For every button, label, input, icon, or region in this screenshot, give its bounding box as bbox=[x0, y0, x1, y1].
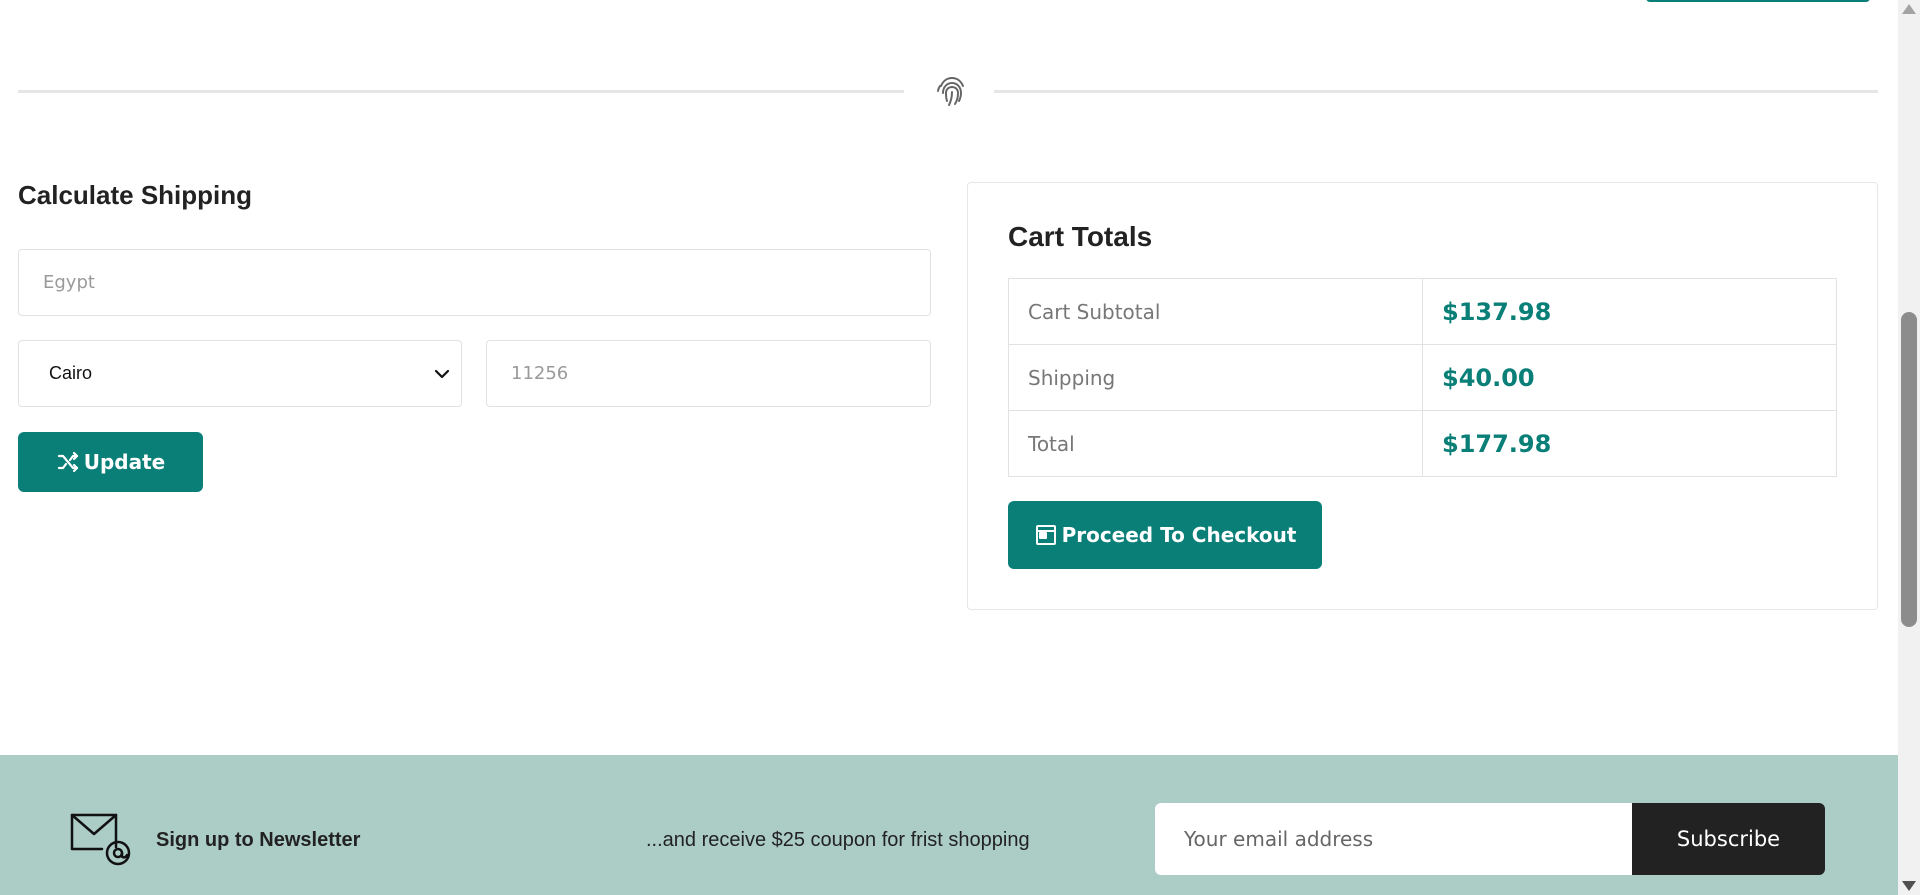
cart-totals-title: Cart Totals bbox=[1008, 221, 1153, 252]
shuffle-icon bbox=[57, 451, 78, 473]
page: Calculate Shipping Egypt Cairo 11256 Upd… bbox=[0, 0, 1898, 895]
subscribe-button[interactable]: Subscribe bbox=[1632, 803, 1825, 875]
row-label: Total bbox=[1008, 410, 1423, 477]
scrollbar[interactable] bbox=[1898, 0, 1920, 895]
scroll-down-arrow[interactable] bbox=[1902, 881, 1916, 891]
chevron-down-icon bbox=[434, 369, 450, 378]
city-value: Cairo bbox=[49, 363, 93, 383]
row-value: $137.98 bbox=[1422, 278, 1837, 345]
divider-line-right bbox=[994, 90, 1878, 93]
top-button-edge[interactable] bbox=[1646, 0, 1870, 2]
newsletter-title: Sign up to Newsletter bbox=[156, 829, 361, 851]
checkout-label: Proceed To Checkout bbox=[1061, 523, 1297, 547]
update-button[interactable]: Update bbox=[18, 432, 203, 492]
scroll-up-arrow[interactable] bbox=[1902, 4, 1916, 14]
proceed-to-checkout-button[interactable]: Proceed To Checkout bbox=[1008, 501, 1322, 569]
newsletter-bar: Sign up to Newsletter ...and receive $25… bbox=[0, 755, 1898, 895]
row-label: Shipping bbox=[1008, 344, 1423, 411]
section-divider bbox=[18, 76, 1878, 106]
cart-totals-table: Cart Subtotal $137.98 Shipping $40.00 To… bbox=[1008, 278, 1837, 477]
row-label: Cart Subtotal bbox=[1008, 278, 1423, 345]
table-row: Total $177.98 bbox=[1008, 410, 1837, 477]
divider-line-left bbox=[18, 90, 904, 93]
zip-placeholder: 11256 bbox=[511, 363, 569, 384]
shipping-title: Calculate Shipping bbox=[18, 180, 253, 210]
scrollbar-thumb[interactable] bbox=[1901, 312, 1917, 627]
row-value: $40.00 bbox=[1422, 344, 1837, 411]
city-select[interactable]: Cairo bbox=[18, 340, 462, 407]
fingerprint-icon bbox=[937, 76, 964, 106]
newsletter-email-input[interactable]: Your email address bbox=[1155, 803, 1632, 875]
country-input[interactable]: Egypt bbox=[18, 249, 931, 316]
email-placeholder: Your email address bbox=[1184, 827, 1374, 851]
zip-input[interactable]: 11256 bbox=[486, 340, 931, 407]
update-label: Update bbox=[83, 450, 166, 474]
window-icon bbox=[1035, 525, 1056, 545]
row-value: $177.98 bbox=[1422, 410, 1837, 477]
table-row: Cart Subtotal $137.98 bbox=[1008, 278, 1837, 345]
table-row: Shipping $40.00 bbox=[1008, 344, 1837, 411]
country-placeholder: Egypt bbox=[43, 272, 95, 293]
mail-at-icon bbox=[70, 813, 131, 866]
newsletter-description: ...and receive $25 coupon for frist shop… bbox=[646, 829, 1030, 851]
